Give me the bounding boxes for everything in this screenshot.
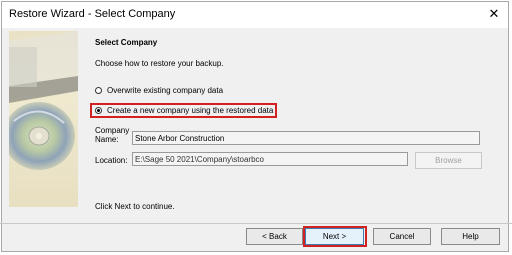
back-button[interactable]: < Back: [246, 228, 303, 245]
location-field[interactable]: E:\Sage 50 2021\Company\stoarbco: [132, 152, 408, 166]
overwrite-radio[interactable]: [95, 86, 102, 94]
next-highlight: [303, 226, 367, 247]
help-button[interactable]: Help: [441, 228, 500, 245]
window-title: Restore Wizard - Select Company: [9, 8, 176, 20]
page-heading: Select Company: [95, 38, 158, 47]
wizard-side-image: [9, 31, 78, 207]
close-icon[interactable]: ✕: [486, 5, 502, 23]
restore-prompt: Choose how to restore your backup.: [95, 59, 224, 68]
overwrite-label: Overwrite existing company data: [107, 85, 224, 95]
continue-hint: Click Next to continue.: [95, 202, 175, 211]
create-new-highlight: [90, 103, 277, 118]
disc-illustration: [9, 31, 78, 170]
footer-divider: [0, 223, 512, 224]
option-overwrite[interactable]: Overwrite existing company data: [95, 84, 223, 96]
title-bar: Restore Wizard - Select Company ✕: [2, 2, 508, 28]
company-name-field[interactable]: Stone Arbor Construction: [132, 131, 480, 145]
location-label: Location:: [95, 156, 128, 165]
cancel-button[interactable]: Cancel: [373, 228, 431, 245]
company-name-label: Company Name:: [95, 126, 130, 144]
browse-button[interactable]: Browse: [415, 152, 482, 169]
